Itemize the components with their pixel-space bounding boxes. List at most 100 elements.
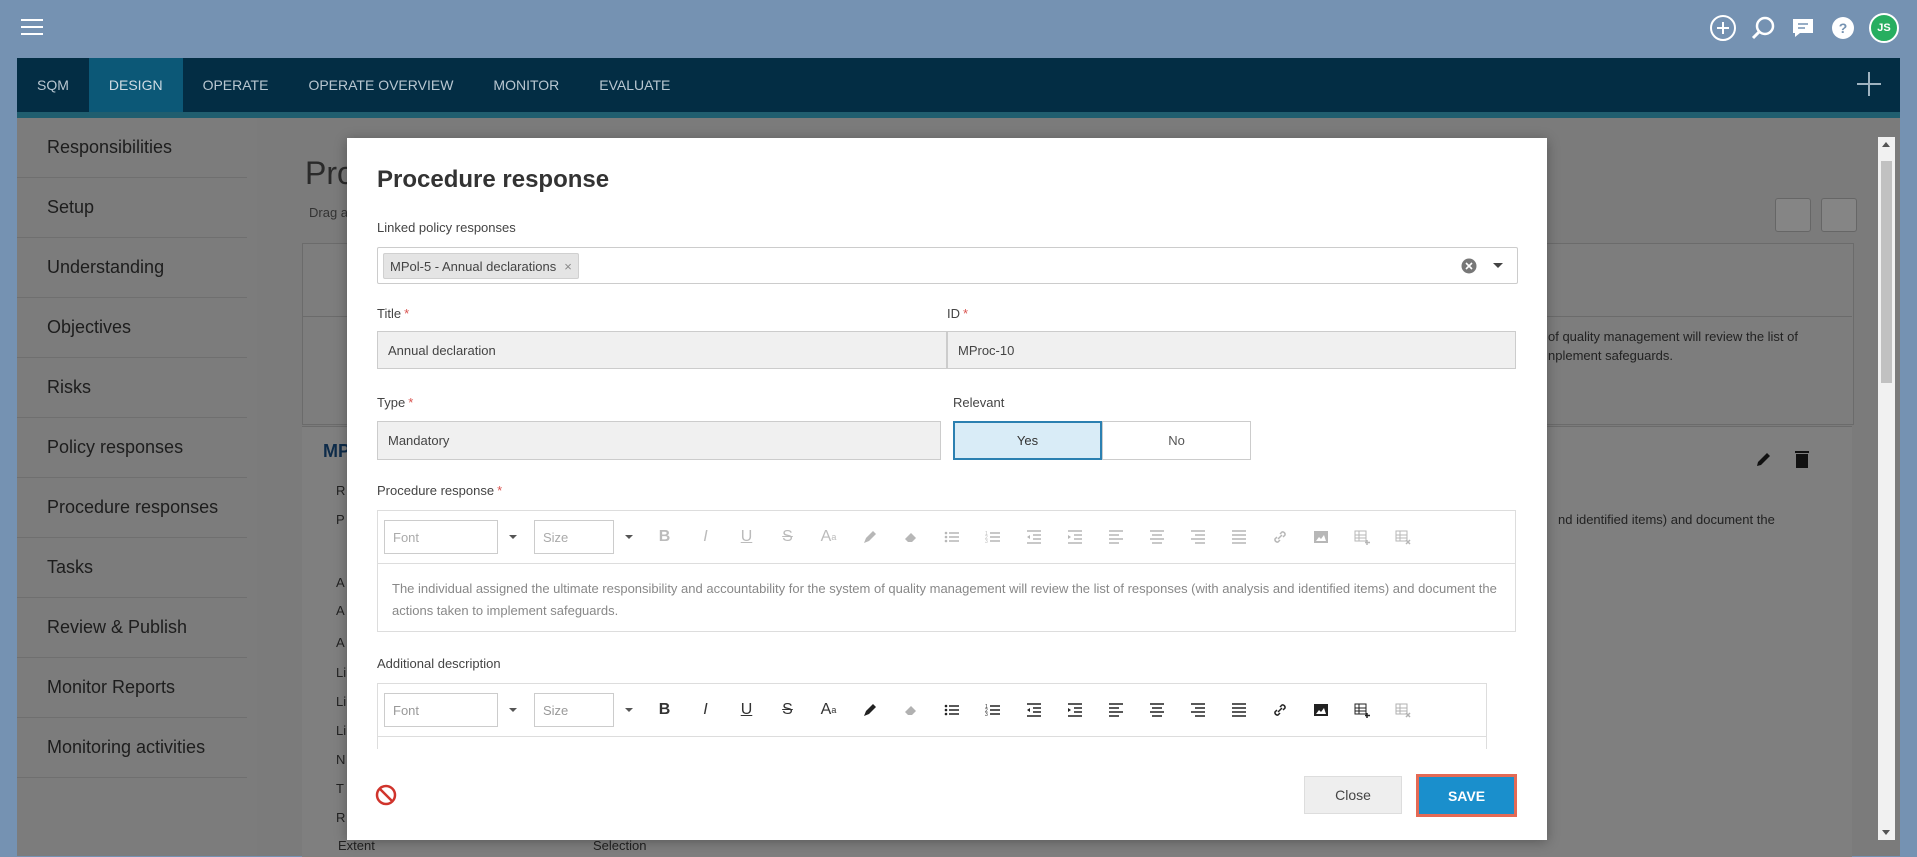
italic-icon[interactable]: I <box>685 520 726 554</box>
svg-text:3: 3 <box>985 539 988 545</box>
insert-table-icon[interactable] <box>1341 693 1382 727</box>
size-select[interactable]: Size <box>534 693 633 727</box>
menu-icon[interactable] <box>21 19 43 37</box>
link-icon[interactable] <box>1259 520 1300 554</box>
sidebar-item-tasks[interactable]: Tasks <box>17 538 247 598</box>
top-icons: ? JS <box>1709 13 1899 43</box>
font-color-icon[interactable]: Aa <box>808 693 849 727</box>
editor-toolbar: Font Size B I U S Aa 123 <box>378 684 1486 737</box>
help-icon[interactable]: ? <box>1829 14 1857 42</box>
row-label: A <box>336 575 345 590</box>
tab-sqm[interactable]: SQM <box>17 58 89 112</box>
align-left-icon[interactable] <box>1095 520 1136 554</box>
highlight-icon[interactable] <box>849 693 890 727</box>
tab-operate[interactable]: OPERATE <box>183 58 289 112</box>
font-color-icon[interactable]: Aa <box>808 520 849 554</box>
type-field[interactable]: Mandatory <box>377 421 941 460</box>
align-justify-icon[interactable] <box>1218 520 1259 554</box>
eraser-icon[interactable] <box>890 693 931 727</box>
highlight-icon[interactable] <box>849 520 890 554</box>
chevron-down-icon[interactable] <box>1493 263 1503 268</box>
align-right-icon[interactable] <box>1177 693 1218 727</box>
image-icon[interactable] <box>1300 693 1341 727</box>
avatar[interactable]: JS <box>1869 13 1899 43</box>
sidebar-item-responsibilities[interactable]: Responsibilities <box>17 118 247 178</box>
underline-icon[interactable]: U <box>726 520 767 554</box>
sidebar-item-policy-responses[interactable]: Policy responses <box>17 418 247 478</box>
sidebar-item-procedure-responses[interactable]: Procedure responses <box>17 478 247 538</box>
sidebar-item-review-publish[interactable]: Review & Publish <box>17 598 247 658</box>
sidebar-item-monitor-reports[interactable]: Monitor Reports <box>17 658 247 718</box>
id-field[interactable]: MProc-10 <box>947 331 1516 369</box>
numbered-list-icon[interactable]: 123 <box>972 693 1013 727</box>
clear-icon[interactable] <box>1461 258 1477 274</box>
linked-policy-tag: MPol-5 - Annual declarations × <box>383 253 579 279</box>
procedure-text[interactable]: The individual assigned the ultimate res… <box>378 564 1515 636</box>
insert-table-icon[interactable] <box>1341 520 1382 554</box>
indent-icon[interactable] <box>1054 693 1095 727</box>
search-icon[interactable] <box>1749 14 1777 42</box>
bold-icon[interactable]: B <box>644 520 685 554</box>
scroll-thumb[interactable] <box>1881 161 1892 383</box>
bullet-list-icon[interactable] <box>931 693 972 727</box>
relevant-no-button[interactable]: No <box>1102 421 1251 460</box>
trash-icon[interactable] <box>1793 449 1811 469</box>
link-icon[interactable] <box>1259 693 1300 727</box>
copy-button[interactable] <box>1821 198 1857 232</box>
tab-monitor[interactable]: MONITOR <box>473 58 579 112</box>
align-center-icon[interactable] <box>1136 520 1177 554</box>
font-select[interactable]: Font <box>384 520 517 554</box>
row-label: A <box>336 603 345 618</box>
underline-icon[interactable]: U <box>726 693 767 727</box>
extent-label: Extent <box>338 838 375 853</box>
relevant-label: Relevant <box>953 395 1005 410</box>
add-circle-icon[interactable] <box>1709 14 1737 42</box>
outdent-icon[interactable] <box>1013 520 1054 554</box>
bullet-list-icon[interactable] <box>931 520 972 554</box>
image-icon[interactable] <box>1300 520 1341 554</box>
delete-table-icon[interactable] <box>1382 520 1423 554</box>
edit-icon[interactable] <box>1754 449 1774 469</box>
sidebar-item-risks[interactable]: Risks <box>17 358 247 418</box>
sidebar: Responsibilities Setup Understanding Obj… <box>17 118 257 856</box>
close-button[interactable]: Close <box>1304 776 1402 814</box>
delete-table-icon[interactable] <box>1382 693 1423 727</box>
sidebar-item-monitoring-activities[interactable]: Monitoring activities <box>17 718 247 778</box>
indent-icon[interactable] <box>1054 520 1095 554</box>
tag-remove-icon[interactable]: × <box>564 259 572 274</box>
plus-icon[interactable] <box>1854 69 1884 99</box>
linked-policy-select[interactable]: MPol-5 - Annual declarations × <box>377 247 1518 284</box>
export-button[interactable] <box>1775 198 1811 232</box>
tab-evaluate[interactable]: EVALUATE <box>579 58 690 112</box>
relevant-yes-button[interactable]: Yes <box>953 421 1102 460</box>
scroll-down-icon[interactable] <box>1882 830 1890 835</box>
linked-policy-label: Linked policy responses <box>377 220 516 235</box>
align-center-icon[interactable] <box>1136 693 1177 727</box>
modal-scrollbar[interactable] <box>1878 137 1895 840</box>
strikethrough-icon[interactable]: S <box>767 520 808 554</box>
bold-icon[interactable]: B <box>644 693 685 727</box>
tab-operate-overview[interactable]: OPERATE OVERVIEW <box>288 58 473 112</box>
disabled-icon[interactable] <box>375 784 397 806</box>
sidebar-item-understanding[interactable]: Understanding <box>17 238 247 298</box>
align-right-icon[interactable] <box>1177 520 1218 554</box>
strikethrough-icon[interactable]: S <box>767 693 808 727</box>
align-justify-icon[interactable] <box>1218 693 1259 727</box>
sidebar-item-objectives[interactable]: Objectives <box>17 298 247 358</box>
italic-icon[interactable]: I <box>685 693 726 727</box>
save-button[interactable]: SAVE <box>1419 777 1514 814</box>
font-select[interactable]: Font <box>384 693 517 727</box>
chat-icon[interactable] <box>1789 14 1817 42</box>
numbered-list-icon[interactable]: 123 <box>972 520 1013 554</box>
sidebar-item-setup[interactable]: Setup <box>17 178 247 238</box>
title-label: Title * <box>377 306 410 321</box>
align-left-icon[interactable] <box>1095 693 1136 727</box>
title-field[interactable]: Annual declaration <box>377 331 947 369</box>
size-select[interactable]: Size <box>534 520 633 554</box>
procedure-label: Procedure response * <box>377 483 503 498</box>
scroll-up-icon[interactable] <box>1882 142 1890 147</box>
outdent-icon[interactable] <box>1013 693 1054 727</box>
tab-design[interactable]: DESIGN <box>88 58 183 112</box>
extent-value: Selection <box>593 838 647 853</box>
eraser-icon[interactable] <box>890 520 931 554</box>
